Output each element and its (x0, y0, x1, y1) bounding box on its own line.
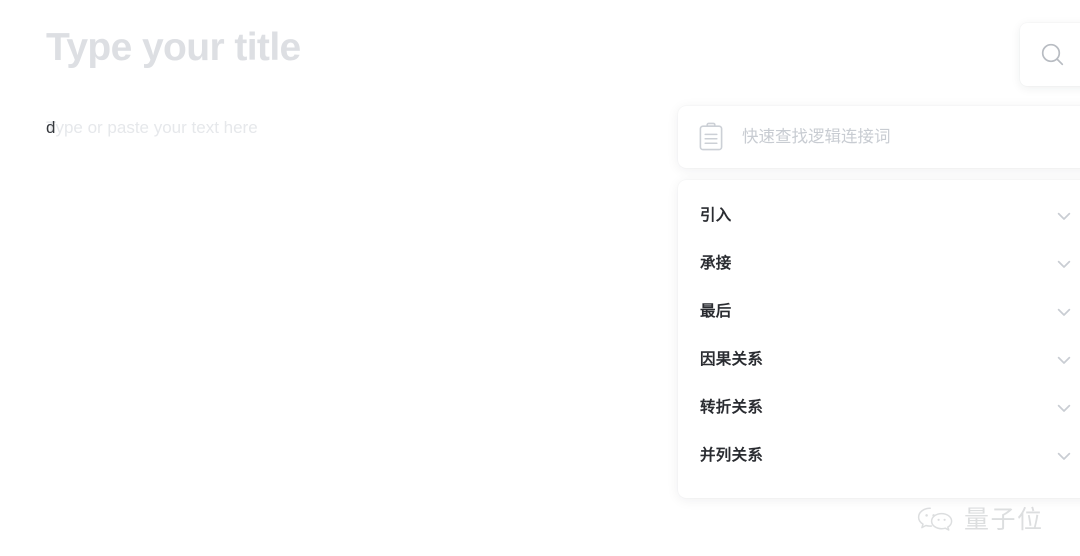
connective-item-label: 因果关系 (700, 351, 764, 368)
chevron-down-icon[interactable] (1054, 350, 1074, 370)
search-toggle-button[interactable] (1020, 23, 1080, 86)
connective-item-yinguo[interactable]: 因果关系 (678, 336, 1080, 384)
connective-item-label: 最后 (700, 303, 732, 320)
clipboard-icon (698, 122, 724, 152)
chevron-down-icon[interactable] (1054, 398, 1074, 418)
connective-item-chengjie[interactable]: 承接 (678, 240, 1080, 288)
search-icon (1038, 40, 1068, 70)
chevron-down-icon[interactable] (1054, 446, 1074, 466)
chevron-down-icon[interactable] (1054, 206, 1074, 226)
document-body-typed-text: d (46, 118, 56, 137)
connective-list: 引入 承接 最后 因果关系 转折关系 并列关系 (678, 180, 1080, 498)
connective-item-label: 转折关系 (700, 399, 764, 416)
connective-item-binglie[interactable]: 并列关系 (678, 432, 1080, 480)
connective-item-label: 并列关系 (700, 447, 764, 464)
connective-item-yinru[interactable]: 引入 (678, 192, 1080, 240)
document-body-placeholder: Type or paste your text here (46, 118, 258, 137)
connective-item-label: 承接 (700, 255, 732, 272)
logical-connective-panel: 引入 承接 最后 因果关系 转折关系 (678, 106, 1080, 498)
connective-item-zhuanzhe[interactable]: 转折关系 (678, 384, 1080, 432)
chevron-down-icon[interactable] (1054, 254, 1074, 274)
quick-search-card[interactable] (678, 106, 1080, 168)
connective-item-label: 引入 (700, 207, 732, 224)
chevron-down-icon[interactable] (1054, 302, 1074, 322)
quick-search-input[interactable] (742, 125, 1078, 149)
document-title-placeholder[interactable]: Type your title (46, 24, 301, 73)
connective-item-zuihou[interactable]: 最后 (678, 288, 1080, 336)
